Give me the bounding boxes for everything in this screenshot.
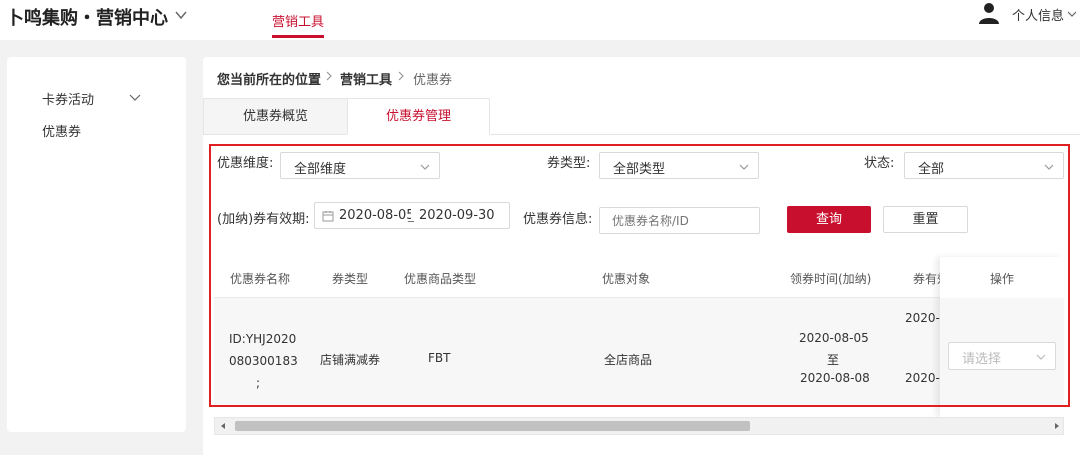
breadcrumb-marketing-tools[interactable]: 营销工具 — [340, 69, 392, 88]
scroll-right-icon[interactable] — [1053, 422, 1061, 430]
nav-tab-underline — [272, 35, 324, 38]
scrollbar-thumb[interactable] — [235, 421, 750, 431]
chevron-down-icon[interactable] — [1066, 8, 1078, 20]
user-icon[interactable] — [977, 2, 1001, 24]
breadcrumb-location: 您当前所在的位置 — [217, 73, 322, 88]
nav-tab-marketing-tools[interactable]: 营销工具 — [272, 11, 324, 30]
chevron-right-icon — [326, 71, 332, 81]
user-menu-label[interactable]: 个人信息 — [1012, 5, 1064, 24]
sidebar-item-card-activity[interactable]: 卡券活动 — [42, 89, 94, 108]
chevron-right-icon — [398, 71, 404, 81]
breadcrumb-coupons[interactable]: 优惠券 — [413, 69, 452, 88]
tab-coupon-overview[interactable]: 优惠券概览 — [203, 98, 348, 135]
sidebar — [7, 57, 186, 432]
tab-coupon-management[interactable]: 优惠券管理 — [347, 98, 490, 135]
highlight-box — [209, 144, 1070, 407]
sidebar-item-coupons[interactable]: 优惠券 — [42, 121, 81, 140]
app-title[interactable]: 卜鸣集购・营销中心 — [6, 4, 168, 30]
horizontal-scrollbar[interactable] — [214, 417, 1064, 435]
scroll-left-icon[interactable] — [219, 422, 227, 430]
top-bar: 卜鸣集购・营销中心 营销工具 个人信息 — [0, 0, 1080, 40]
chevron-down-icon[interactable] — [174, 8, 188, 22]
chevron-down-icon[interactable] — [128, 90, 142, 104]
